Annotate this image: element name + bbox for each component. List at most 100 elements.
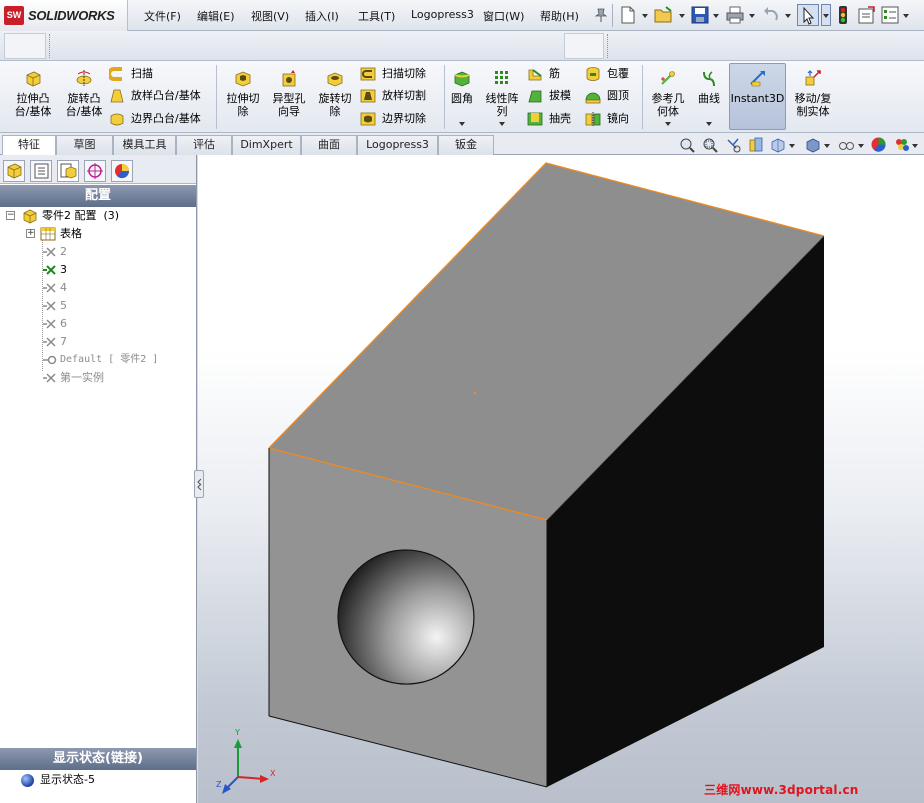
linear-pattern-button[interactable]: 线性阵 列 [481,69,523,126]
panel-collapse-handle[interactable] [194,470,204,498]
revolve-cut-button[interactable]: 旋转切 除 [313,69,357,118]
dimxpert-manager-tab[interactable] [84,160,106,182]
tab-evaluate[interactable]: 评估 [176,135,232,155]
coordinate-triad: Y X Z [216,728,276,794]
save-dropdown-icon[interactable] [713,14,719,18]
previous-view-icon[interactable] [725,137,741,153]
hole-wizard-button[interactable]: 异型孔 向导 [267,69,311,118]
boundary-cut-label: 边界切除 [382,112,426,125]
undo-icon[interactable] [762,6,780,24]
curves-button[interactable]: 曲线 [693,69,725,126]
curves-dropdown-icon[interactable] [706,122,712,126]
mirror-button[interactable]: 镜向 [585,110,637,128]
menu-window[interactable]: 窗口(W) [483,8,524,24]
undo-dropdown-icon[interactable] [785,14,791,18]
new-document-icon[interactable] [620,6,636,24]
tab-surfaces[interactable]: 曲面 [301,135,357,155]
section-view-icon[interactable] [748,137,764,153]
move-copy-body-button[interactable]: 移动/复 制实体 [791,69,835,118]
tab-sketch[interactable]: 草图 [56,135,113,155]
boundary-boss-button[interactable]: 边界凸台/基体 [109,110,214,128]
menu-view[interactable]: 视图(V) [251,8,289,24]
menu-insert[interactable]: 插入(I) [305,8,339,24]
print-dropdown-icon[interactable] [749,14,755,18]
display-style-dropdown-icon[interactable] [824,144,830,148]
extrude-cut-button[interactable]: 拉伸切 除 [221,69,265,118]
extrude-boss-button[interactable]: 拉伸凸 台/基体 [9,69,57,118]
display-state-item[interactable]: 显示状态-5 [20,771,180,789]
loft-boss-button[interactable]: 放样凸台/基体 [109,87,214,105]
display-manager-tab[interactable] [111,160,133,182]
shell-button[interactable]: 抽壳 [527,110,577,128]
fillet-icon [454,71,470,87]
collapse-icon[interactable]: − [6,211,15,220]
property-manager-tab[interactable] [30,160,52,182]
ribbon-separator [444,65,445,129]
draft-button[interactable]: 拔模 [527,87,577,105]
menu-separator [612,4,613,27]
select-dropdown[interactable] [821,4,831,26]
linear-pattern-dropdown-icon[interactable] [499,122,505,126]
new-dropdown-icon[interactable] [642,14,648,18]
options-dropdown-icon[interactable] [903,14,909,18]
print-icon[interactable] [726,6,744,24]
toolbar-grip[interactable] [49,34,53,58]
pin-icon[interactable] [594,7,608,23]
configurations-header: 配置 [0,185,196,207]
reference-geometry-button[interactable]: 参考几 何体 [647,69,689,126]
toolbar-slot-right [564,33,604,59]
boundary-cut-button[interactable]: 边界切除 [360,110,442,128]
tab-logopress[interactable]: Logopress3 [357,135,438,155]
graphics-area[interactable]: Y X Z [198,155,924,803]
draft-label: 拔模 [549,89,571,102]
view-orientation-icon[interactable] [770,137,786,153]
sweep-cut-button[interactable]: 扫描切除 [360,65,442,83]
configuration-manager-tab[interactable] [57,160,79,182]
dome-button[interactable]: 圆顶 [585,87,637,105]
menu-file[interactable]: 文件(F) [144,8,181,24]
sweep-button[interactable]: 扫描 [109,65,209,83]
open-folder-icon[interactable] [654,6,674,24]
site-watermark: 三维网www.3dportal.cn [704,783,859,797]
config-label: 4 [60,281,67,294]
reference-geometry-label: 参考几 何体 [651,92,685,118]
solidworks-logo[interactable]: SW SOLIDWORKS [0,0,128,31]
display-style-icon[interactable] [805,137,821,153]
move-copy-body-label: 移动/复 制实体 [794,92,832,118]
rib-button[interactable]: 筋 [527,65,577,83]
menu-logopress[interactable]: Logopress3 [411,8,474,21]
file-properties-icon[interactable] [858,6,876,24]
open-dropdown-icon[interactable] [679,14,685,18]
menu-tools[interactable]: 工具(T) [358,8,395,24]
rebuild-traffic-light-icon[interactable] [838,5,848,25]
scene-dropdown-icon[interactable] [912,144,918,148]
feature-manager-tab[interactable] [3,160,25,182]
config-label: 5 [60,299,67,312]
zoom-to-area-icon[interactable] [702,137,718,153]
tab-dimxpert[interactable]: DimXpert [232,135,301,155]
view-orientation-dropdown-icon[interactable] [789,144,795,148]
zoom-to-fit-icon[interactable] [679,137,695,153]
reference-geometry-dropdown-icon[interactable] [665,122,671,126]
apply-scene-icon[interactable] [893,136,910,153]
tab-mold-tools[interactable]: 模具工具 [113,135,176,155]
menu-help[interactable]: 帮助(H) [540,8,579,24]
tab-sheet-metal[interactable]: 钣金 [438,135,494,155]
tab-features[interactable]: 特征 [2,135,56,156]
edit-appearance-icon[interactable] [870,136,887,153]
select-tool-button[interactable] [797,4,819,26]
revolve-cut-icon [327,72,343,87]
loft-cut-button[interactable]: 放样切割 [360,87,442,105]
options-icon[interactable] [881,6,899,24]
toolbar-grip-2[interactable] [607,34,611,58]
instant3d-button[interactable]: Instant3D [729,63,786,130]
revolve-boss-button[interactable]: 旋转凸 台/基体 [60,69,108,118]
expand-icon[interactable]: + [26,229,35,238]
fillet-dropdown-icon[interactable] [459,122,465,126]
wrap-button[interactable]: 包覆 [585,65,637,83]
hide-show-dropdown-icon[interactable] [858,144,864,148]
fillet-button[interactable]: 圆角 [447,69,477,126]
menu-edit[interactable]: 编辑(E) [197,8,235,24]
save-icon[interactable] [691,6,709,24]
hide-show-items-icon[interactable] [838,137,856,153]
